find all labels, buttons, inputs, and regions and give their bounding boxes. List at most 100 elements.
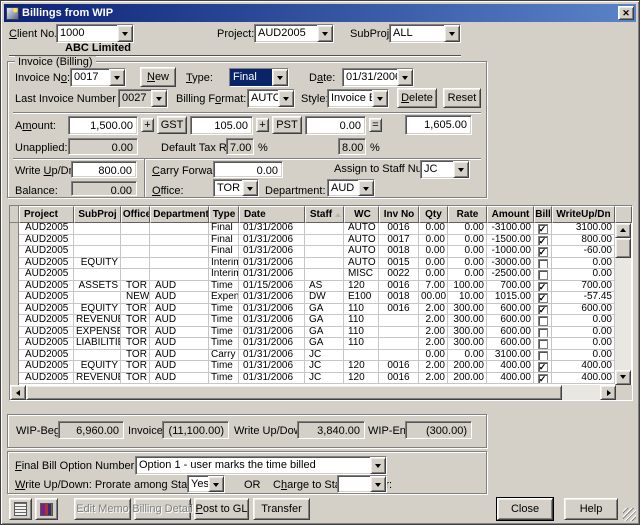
grid-cell[interactable]: 400.00 — [552, 373, 615, 385]
grid-cell[interactable]: AUD2005 — [19, 338, 74, 350]
grid-cell[interactable]: 0.00 — [448, 235, 487, 247]
grid-cell[interactable] — [379, 350, 419, 362]
grid-cell[interactable]: 120 — [344, 361, 379, 373]
horizontal-scrollbar-track[interactable] — [562, 385, 600, 400]
grid-cell[interactable] — [150, 223, 209, 235]
table-row[interactable]: AUD2005Interim01/31/2006MISC00220.000.00… — [19, 269, 615, 281]
style-combo[interactable]: Invoice B — [327, 89, 389, 108]
grid-cell[interactable] — [379, 315, 419, 327]
table-row[interactable]: AUD2005Final01/31/2006AUTO00160.000.00-3… — [19, 223, 615, 235]
style-dropdown-button[interactable] — [372, 90, 388, 107]
grid-cell[interactable] — [121, 246, 150, 258]
checked-checkbox-icon[interactable] — [538, 374, 548, 384]
grid-cell[interactable]: TOR — [121, 350, 150, 362]
final-bill-option-combo[interactable]: Option 1 - user marks the time billed — [135, 456, 387, 475]
delete-button[interactable]: Delete — [397, 88, 437, 108]
grid-cell[interactable]: -1000.00 — [487, 246, 534, 258]
grid-cell[interactable]: 01/31/2006 — [239, 327, 305, 339]
unchecked-checkbox-icon[interactable] — [538, 316, 548, 326]
vertical-scrollbar-thumb[interactable] — [615, 238, 631, 258]
bill-cell[interactable] — [534, 281, 552, 293]
grid-cell[interactable]: LIABILITIE — [74, 338, 121, 350]
final-bill-dropdown-button[interactable] — [370, 457, 386, 474]
col-header-office[interactable]: Office — [121, 206, 150, 223]
checked-checkbox-icon[interactable] — [538, 293, 548, 303]
grid-cell[interactable]: -60.00 — [552, 246, 615, 258]
grid-cell[interactable]: 0022 — [379, 269, 419, 281]
grid-cell[interactable]: 400.00 — [552, 361, 615, 373]
grid-cell[interactable]: 01/31/2006 — [239, 246, 305, 258]
close-dialog-button[interactable]: Close — [497, 498, 553, 520]
grid-cell[interactable]: 01/31/2006 — [239, 292, 305, 304]
grid-cell[interactable] — [74, 269, 121, 281]
grid-cell[interactable]: AUD — [150, 361, 209, 373]
grid-cell[interactable]: AUD — [150, 315, 209, 327]
grid-cell[interactable] — [74, 292, 121, 304]
bill-cell[interactable] — [534, 338, 552, 350]
grid-cell[interactable]: AUD2005 — [19, 246, 74, 258]
grid-cell[interactable]: AUD — [150, 281, 209, 293]
grid-cell[interactable]: -57.45 — [552, 292, 615, 304]
bill-cell[interactable] — [534, 235, 552, 247]
grid-cell[interactable]: AUD2005 — [19, 373, 74, 385]
grid-cell[interactable]: 400.00 — [487, 361, 534, 373]
table-row[interactable]: AUD2005REVENUETORAUDTime01/31/2006JC1200… — [19, 373, 615, 385]
grid-cell[interactable]: 0016 — [379, 223, 419, 235]
checked-checkbox-icon[interactable] — [538, 282, 548, 292]
prorate-dropdown-button[interactable] — [208, 476, 224, 492]
grid-cell[interactable]: AUTO — [344, 223, 379, 235]
amount-field[interactable]: 1,500.00 — [68, 116, 138, 135]
grid-cell[interactable]: JC — [305, 361, 344, 373]
grid-cell[interactable]: AUTO — [344, 246, 379, 258]
scroll-down-button[interactable] — [615, 370, 631, 385]
col-header-invno[interactable]: Inv No — [379, 206, 419, 223]
grid-cell[interactable]: 0017 — [379, 235, 419, 247]
horizontal-scrollbar-thumb[interactable] — [26, 385, 562, 400]
grid-cell[interactable] — [150, 269, 209, 281]
grid-cell[interactable]: Time — [209, 327, 239, 339]
grid-cell[interactable]: NEW — [121, 292, 150, 304]
grid-cell[interactable]: 0.00 — [448, 246, 487, 258]
grid-cell[interactable]: 0.00 — [448, 350, 487, 362]
new-button[interactable]: New — [140, 67, 176, 87]
grid-cell[interactable]: Time — [209, 304, 239, 316]
grid-cell[interactable]: AUTO — [344, 258, 379, 270]
grid-cell[interactable]: AUD — [150, 350, 209, 362]
grid-cell[interactable] — [305, 246, 344, 258]
grid-cell[interactable]: -3000.00 — [487, 258, 534, 270]
grid-cell[interactable]: AS — [305, 281, 344, 293]
grid-cell[interactable]: 2.00 — [419, 327, 448, 339]
grid-cell[interactable]: 110 — [344, 315, 379, 327]
charge-staff-dropdown-button[interactable] — [370, 476, 386, 492]
grid-cell[interactable]: 0.00 — [552, 327, 615, 339]
grid-cell[interactable]: Final — [209, 235, 239, 247]
grid-cell[interactable]: 0.00 — [419, 350, 448, 362]
col-header-type[interactable]: Type — [209, 206, 239, 223]
grid-cell[interactable]: -3100.00 — [487, 223, 534, 235]
grid-cell[interactable]: TOR — [121, 315, 150, 327]
grid-cell[interactable]: 01/31/2006 — [239, 235, 305, 247]
grid-cell[interactable]: 2.00 — [419, 373, 448, 385]
scroll-left-button[interactable] — [10, 385, 26, 400]
grid-cell[interactable]: 0.00 — [419, 269, 448, 281]
grid-cell[interactable] — [150, 235, 209, 247]
plus-gst-button[interactable]: + — [141, 118, 154, 132]
bill-cell[interactable] — [534, 223, 552, 235]
grid-cell[interactable]: AUD2005 — [19, 281, 74, 293]
grid-cell[interactable] — [305, 223, 344, 235]
grid-cell[interactable]: AUD — [150, 338, 209, 350]
grid-cell[interactable] — [305, 269, 344, 281]
col-header-amount[interactable]: Amount — [487, 206, 534, 223]
last-invoice-combo[interactable]: 0027 — [118, 89, 168, 108]
grid-cell[interactable]: TOR — [121, 361, 150, 373]
invoice-no-dropdown-button[interactable] — [109, 69, 125, 86]
checked-checkbox-icon[interactable] — [538, 362, 548, 372]
bill-cell[interactable] — [534, 269, 552, 281]
close-button[interactable]: ✕ — [618, 6, 634, 20]
grid-cell[interactable]: 0.00 — [552, 350, 615, 362]
grid-cell[interactable]: TOR — [121, 338, 150, 350]
grid-cell[interactable]: 110 — [344, 304, 379, 316]
bill-cell[interactable] — [534, 327, 552, 339]
grid-cell[interactable]: AUD2005 — [19, 350, 74, 362]
grid-cell[interactable]: MISC — [344, 269, 379, 281]
